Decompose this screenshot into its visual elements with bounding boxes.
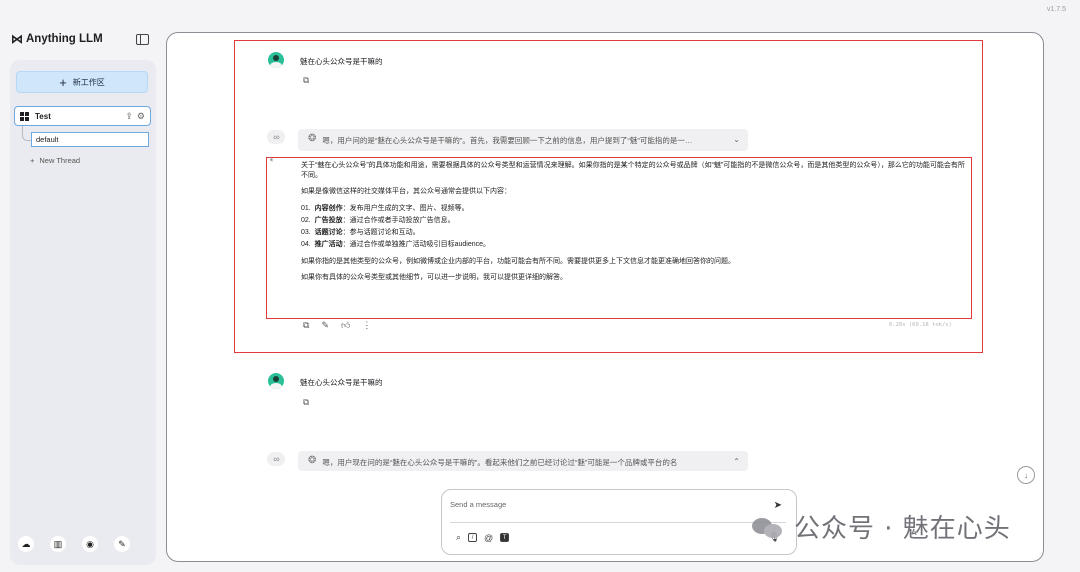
watermark-text: 公众号 · 魅在心头 xyxy=(794,514,1011,544)
at-mention-icon[interactable]: @ xyxy=(484,533,493,543)
github-icon[interactable]: ◉ xyxy=(82,536,98,552)
workspace-grid-icon xyxy=(20,111,29,121)
thumbs-up-icon[interactable]: 👍︎ xyxy=(341,320,350,331)
speaker-icon[interactable]: 🔈︎ xyxy=(270,155,275,165)
thought-text: 嗯，用户问的是“魅在心头公众号是干嘛的”。首先，我需要回顾一下之前的信息，用户提… xyxy=(322,136,693,145)
message-composer: Send a message ➤ ⌕ / @ T 🎙︎ xyxy=(441,489,797,555)
brain-icon: ❂ xyxy=(308,455,317,466)
assistant-answer: 关于“魅在心头公众号”的具体功能和用途，需要根据具体的公众号类型和运营情况来理解… xyxy=(301,161,969,289)
more-options-icon[interactable]: ⋮ xyxy=(362,320,371,331)
answer-paragraph: 如果你有具体的公众号类型或其他细节，可以进一步说明，我可以提供更详细的解答。 xyxy=(301,274,567,281)
copy-icon[interactable]: ⧉ xyxy=(303,75,309,86)
list-item: 03. 话题讨论：参与话题讨论和互动。 xyxy=(301,229,420,236)
assistant-avatar: ∞ xyxy=(267,130,285,144)
sidebar-panel: + 新工作区 Test ⇪ ⚙ default + New Thread xyxy=(10,60,156,565)
new-thread-button[interactable]: + New Thread xyxy=(30,156,80,165)
watermark: 公众号 · 魅在心头 xyxy=(750,508,1011,545)
plus-icon: + xyxy=(59,74,67,90)
workspace-name: Test xyxy=(35,111,51,121)
generation-speed: 6.20s (60.18 tok/s) xyxy=(889,322,952,328)
anythingllm-logo-icon: ⋈ xyxy=(11,32,23,46)
sidebar-footer: ☁ ▥ ◉ ✎ xyxy=(18,536,130,552)
upload-icon[interactable]: ⇪ xyxy=(125,111,133,122)
text-format-icon[interactable]: T xyxy=(500,533,510,542)
new-workspace-button[interactable]: + 新工作区 xyxy=(16,71,148,93)
copy-icon[interactable]: ⧉ xyxy=(303,397,309,408)
brain-icon: ❂ xyxy=(308,133,317,144)
brand-name: Anything LLM xyxy=(26,33,103,45)
composer-tools: ⌕ / @ T xyxy=(456,532,510,543)
thread-item-default[interactable]: default xyxy=(31,132,149,147)
brand-logo: ⋈ Anything LLM xyxy=(11,32,103,46)
answer-paragraph: 如果你指的是其他类型的公众号，例如微博或企业内部的平台，功能可能会有所不同。需要… xyxy=(301,258,735,265)
thought-collapsible[interactable]: ❂ 嗯，用户问的是“魅在心头公众号是干嘛的”。首先，我需要回顾一下之前的信息，用… xyxy=(298,129,748,151)
message-actions: ⧉ ✎ 👍︎ ⋮ xyxy=(303,320,371,331)
version-label: v1.7.5 xyxy=(1046,6,1066,13)
edit-pencil-icon[interactable]: ✎ xyxy=(321,320,329,331)
chevron-down-icon[interactable]: ⌄ xyxy=(733,135,740,144)
list-item: 04. 推广活动：通过合作或单独推广活动吸引目标audience。 xyxy=(301,241,491,248)
message-input[interactable]: Send a message xyxy=(450,500,750,509)
answer-list: 01. 内容创作：发布用户生成的文字、图片、视频等。 02. 广告投放：通过合作… xyxy=(301,203,969,251)
user-message: 魅在心头公众号是干嘛的 xyxy=(300,57,383,66)
attach-paperclip-icon[interactable]: ⌕ xyxy=(456,532,461,543)
answer-intro: 关于“魅在心头公众号”的具体功能和用途，需要根据具体的公众号类型和运营情况来理解… xyxy=(301,162,965,179)
gear-icon[interactable]: ⚙ xyxy=(137,111,145,122)
scroll-down-button[interactable]: ↓ xyxy=(1017,466,1035,484)
list-item: 01. 内容创作：发布用户生成的文字、图片、视频等。 xyxy=(301,205,469,212)
slash-command-icon[interactable]: / xyxy=(468,533,478,542)
copy-icon[interactable]: ⧉ xyxy=(303,320,309,331)
community-hub-icon[interactable]: ☁ xyxy=(18,536,34,552)
user-avatar xyxy=(268,373,284,389)
answer-lead: 如果是像微信这样的社交媒体平台，其公众号通常会提供以下内容： xyxy=(301,188,511,195)
chat-container: 魅在心头公众号是干嘛的 ⧉ ∞ ❂ 嗯，用户问的是“魅在心头公众号是干嘛的”。首… xyxy=(166,32,1044,562)
wechat-logo-icon xyxy=(750,514,786,540)
user-message: 魅在心头公众号是干嘛的 xyxy=(300,378,383,387)
docs-book-icon[interactable]: ▥ xyxy=(50,536,66,552)
new-thread-label: New Thread xyxy=(39,156,81,165)
sidebar: ⋈ Anything LLM + 新工作区 Test ⇪ ⚙ default +… xyxy=(0,0,165,572)
new-workspace-label: 新工作区 xyxy=(72,77,105,87)
sidebar-toggle-icon[interactable] xyxy=(136,34,149,45)
thread-connector xyxy=(22,126,31,141)
list-item: 02. 广告投放：通过合作或者手动投放广告信息。 xyxy=(301,217,455,224)
thought-text: 嗯，用户现在问的是“魅在心头公众号是干嘛的”。看起来他们之前已经讨论过“魅”可能… xyxy=(322,458,678,467)
workspace-item-test[interactable]: Test ⇪ ⚙ xyxy=(14,106,151,126)
thought-collapsible[interactable]: ❂ 嗯，用户现在问的是“魅在心头公众号是干嘛的”。看起来他们之前已经讨论过“魅”… xyxy=(298,451,748,471)
user-avatar xyxy=(268,52,284,68)
chevron-up-icon[interactable]: ⌃ xyxy=(733,457,740,466)
plus-icon: + xyxy=(30,156,35,165)
settings-wrench-icon[interactable]: ✎ xyxy=(114,536,130,552)
assistant-avatar: ∞ xyxy=(267,452,285,466)
